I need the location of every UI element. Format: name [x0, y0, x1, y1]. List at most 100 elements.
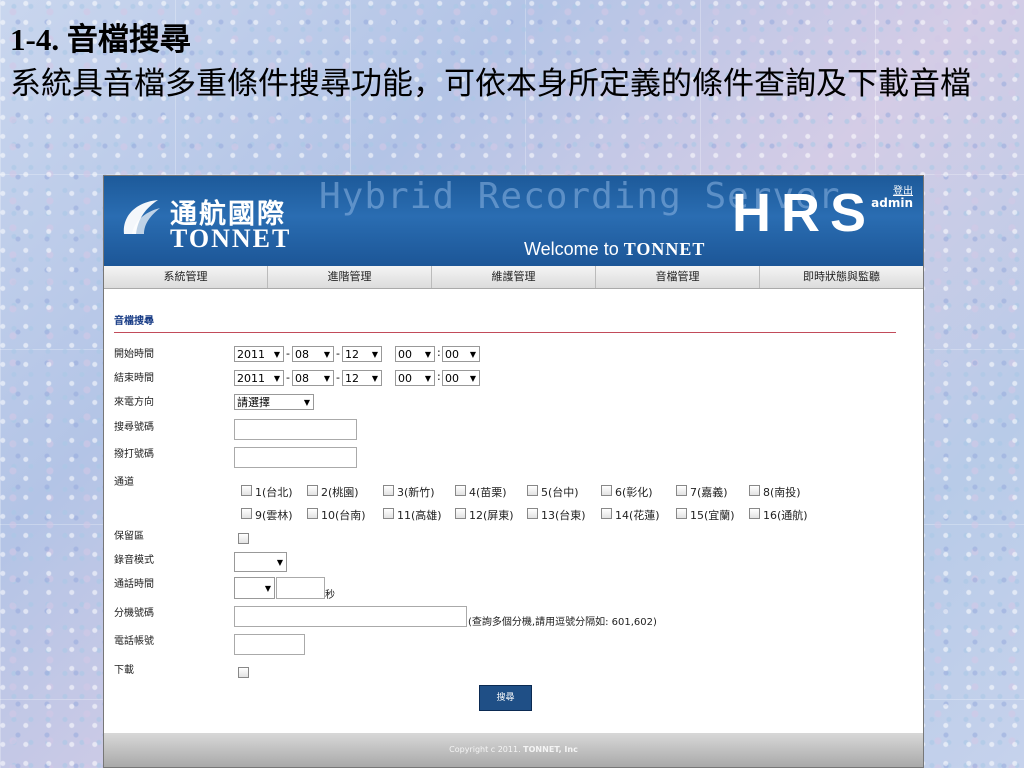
start-year-select[interactable]: 2011 ▼: [234, 346, 284, 362]
phone-account-input[interactable]: [234, 634, 305, 655]
direction-value: 請選擇: [237, 396, 270, 409]
download-checkbox[interactable]: [238, 667, 249, 678]
start-day-select[interactable]: 12 ▼: [342, 346, 382, 362]
channel-checkbox-14[interactable]: [601, 508, 612, 519]
welcome-message: Welcome to TONNET: [524, 239, 705, 260]
channel-checkbox-1[interactable]: [241, 485, 252, 496]
phone-account-label: 電話帳號: [114, 636, 154, 647]
start-year-value: 2011: [237, 348, 265, 361]
search-number-input[interactable]: [234, 419, 357, 440]
start-month-value: 08: [295, 348, 309, 361]
channel-checkbox-4[interactable]: [455, 485, 466, 496]
channel-checkbox-2[interactable]: [307, 485, 318, 496]
call-duration-label: 通話時間: [114, 579, 154, 590]
date-separator: -: [286, 347, 290, 360]
nav-maintenance-management[interactable]: 維護管理: [432, 266, 596, 288]
end-day-select[interactable]: 12 ▼: [342, 370, 382, 386]
chevron-down-icon: ▼: [323, 350, 330, 359]
hrs-logo: HRS: [732, 183, 877, 243]
nav-system-management[interactable]: 系統管理: [104, 266, 268, 288]
reserve-checkbox[interactable]: [238, 533, 249, 544]
tonnet-logo-icon: [123, 200, 160, 234]
start-day-value: 12: [345, 348, 359, 361]
chevron-down-icon: ▼: [273, 374, 280, 383]
channel-option-label: 8(南投): [763, 486, 801, 499]
welcome-brand: TONNET: [623, 239, 706, 259]
start-hour-select[interactable]: 00 ▼: [395, 346, 435, 362]
start-month-select[interactable]: 08 ▼: [292, 346, 334, 362]
channel-checkbox-3[interactable]: [383, 485, 394, 496]
dial-number-label: 撥打號碼: [114, 449, 154, 460]
end-minute-value: 00: [445, 372, 459, 385]
date-separator: -: [286, 371, 290, 384]
section-divider: [114, 332, 896, 333]
channel-checkbox-9[interactable]: [241, 508, 252, 519]
channel-option-label: 6(彰化): [615, 486, 653, 499]
end-year-value: 2011: [237, 372, 265, 385]
nav-realtime-status[interactable]: 即時狀態與監聽: [760, 266, 923, 288]
call-duration-input[interactable]: [276, 577, 325, 599]
hrs-screenshot: 通航國際 TONNET Hybrid Recording Server Welc…: [103, 175, 924, 768]
current-user: admin: [871, 196, 913, 210]
channel-option-label: 11(高雄): [397, 509, 442, 522]
channel-checkbox-16[interactable]: [749, 508, 760, 519]
end-minute-select[interactable]: 00 ▼: [442, 370, 480, 386]
dial-number-input[interactable]: [234, 447, 357, 468]
brand-name-english: TONNET: [170, 224, 292, 253]
chevron-down-icon: ▼: [303, 398, 310, 407]
channel-option-label: 12(屏東): [469, 509, 514, 522]
date-separator: -: [336, 371, 340, 384]
time-separator: :: [437, 346, 441, 359]
chevron-down-icon: ▼: [264, 584, 271, 593]
channel-option-label: 2(桃園): [321, 486, 359, 499]
channel-checkbox-6[interactable]: [601, 485, 612, 496]
footer-copyright: Copyright c 2011.: [449, 745, 521, 754]
date-separator: -: [336, 347, 340, 360]
search-button[interactable]: 搜尋: [479, 685, 532, 711]
chevron-down-icon: ▼: [424, 350, 431, 359]
chevron-down-icon: ▼: [371, 374, 378, 383]
extension-input[interactable]: [234, 606, 467, 627]
nav-advanced-management[interactable]: 進階管理: [268, 266, 432, 288]
welcome-text: Welcome to: [524, 239, 619, 259]
channel-option-label: 1(台北): [255, 486, 293, 499]
end-month-value: 08: [295, 372, 309, 385]
end-hour-select[interactable]: 00 ▼: [395, 370, 435, 386]
channel-checkbox-12[interactable]: [455, 508, 466, 519]
download-label: 下載: [114, 665, 134, 676]
record-mode-select[interactable]: ▼: [234, 552, 287, 572]
start-hour-value: 00: [398, 348, 412, 361]
channel-option-label: 10(台南): [321, 509, 366, 522]
channel-checkbox-5[interactable]: [527, 485, 538, 496]
slide-title: 1-4. 音檔搜尋: [10, 22, 191, 57]
channel-checkbox-7[interactable]: [676, 485, 687, 496]
channel-checkbox-11[interactable]: [383, 508, 394, 519]
chevron-down-icon: ▼: [276, 558, 283, 567]
start-minute-select[interactable]: 00 ▼: [442, 346, 480, 362]
start-minute-value: 00: [445, 348, 459, 361]
extension-label: 分機號碼: [114, 608, 154, 619]
call-duration-operator-select[interactable]: ▼: [234, 577, 275, 599]
end-time-label: 結束時間: [114, 373, 154, 384]
channel-option-label: 5(台中): [541, 486, 579, 499]
end-year-select[interactable]: 2011 ▼: [234, 370, 284, 386]
app-header: 通航國際 TONNET Hybrid Recording Server Welc…: [104, 176, 923, 266]
end-hour-value: 00: [398, 372, 412, 385]
search-number-label: 搜尋號碼: [114, 422, 154, 433]
channel-checkbox-15[interactable]: [676, 508, 687, 519]
channel-option-label: 9(雲林): [255, 509, 293, 522]
nav-audio-file-management[interactable]: 音檔管理: [596, 266, 760, 288]
channel-checkbox-8[interactable]: [749, 485, 760, 496]
end-day-value: 12: [345, 372, 359, 385]
logout-link[interactable]: 登出: [893, 182, 913, 197]
end-month-select[interactable]: 08 ▼: [292, 370, 334, 386]
direction-select[interactable]: 請選擇 ▼: [234, 394, 314, 410]
channel-option-label: 15(宜蘭): [690, 509, 735, 522]
channel-option-label: 14(花蓮): [615, 509, 660, 522]
channel-checkbox-13[interactable]: [527, 508, 538, 519]
direction-label: 來電方向: [114, 397, 154, 408]
channel-checkbox-10[interactable]: [307, 508, 318, 519]
channel-option-label: 16(通航): [763, 509, 808, 522]
chevron-down-icon: ▼: [323, 374, 330, 383]
extension-hint: (查詢多個分機,請用逗號分隔如: 601,602): [468, 617, 657, 628]
